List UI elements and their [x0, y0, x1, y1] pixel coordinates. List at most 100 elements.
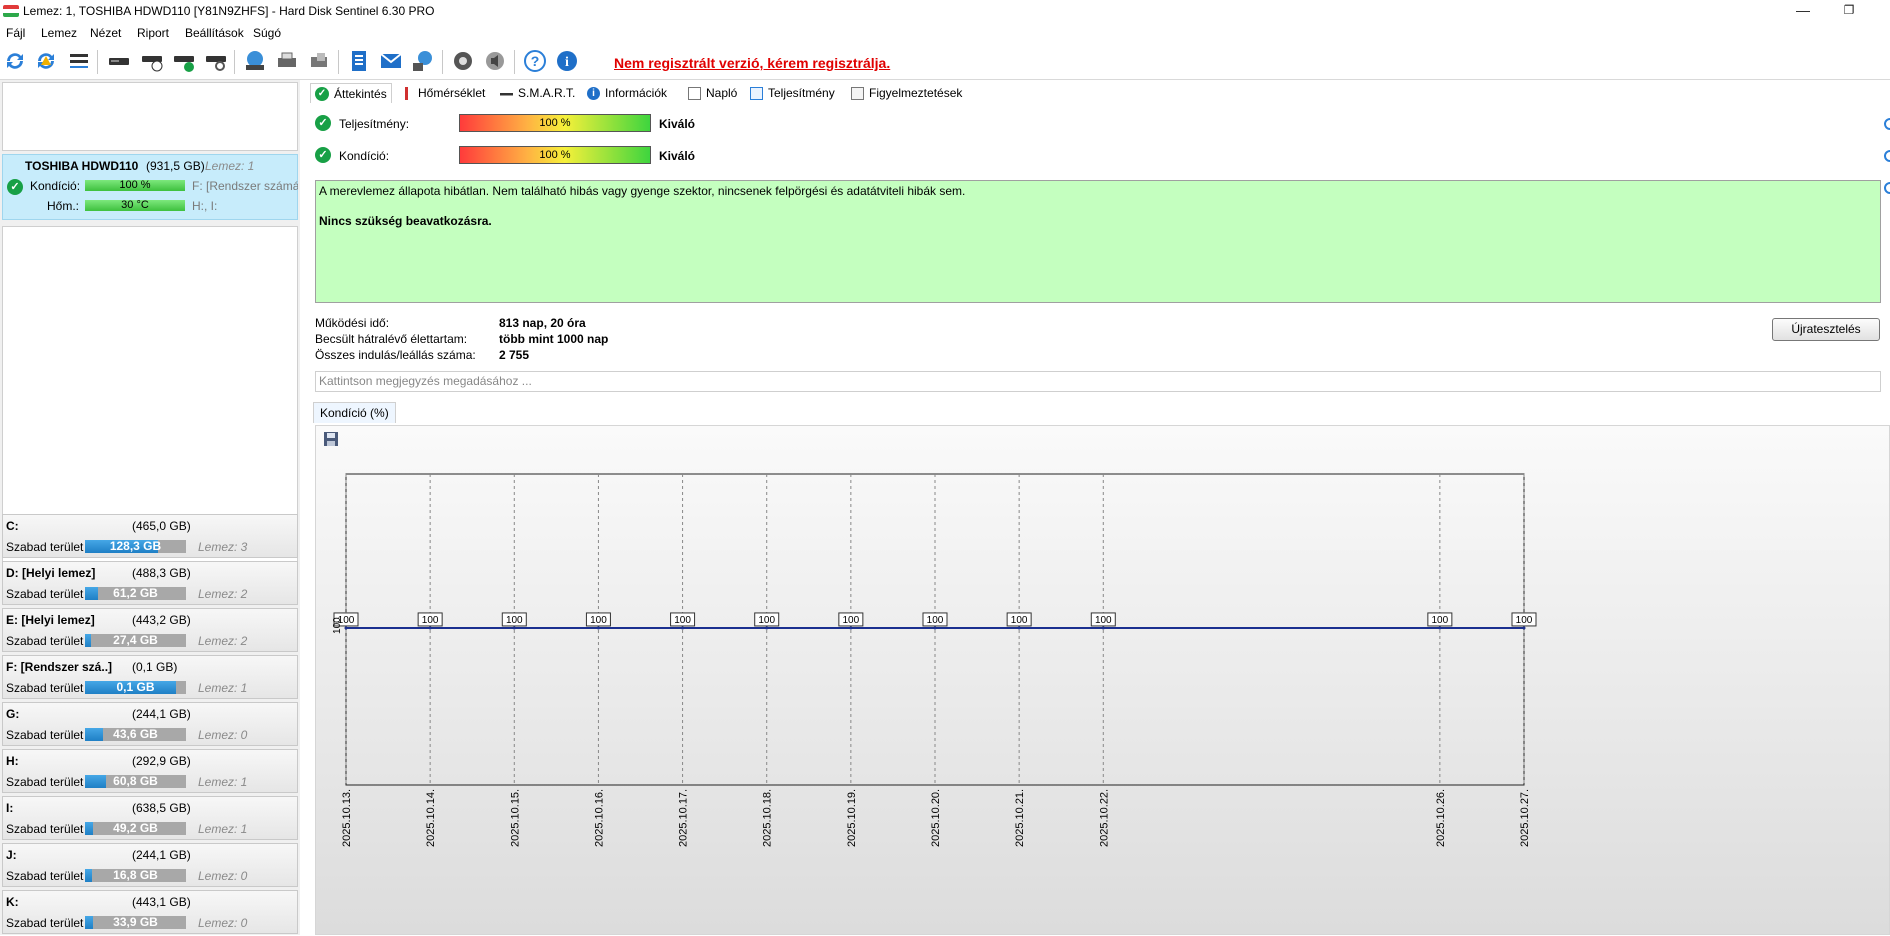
menu-disk[interactable]: Lemez — [41, 26, 77, 40]
globe-disk-icon[interactable] — [243, 49, 267, 73]
health-label: Kondíció: — [339, 149, 390, 163]
drive-letter: K: — [6, 895, 19, 909]
tab-overview[interactable]: ✓ Áttekintés — [310, 83, 392, 103]
free-space-value: 0,1 GB — [116, 680, 155, 694]
tab-smart[interactable]: S.M.A.R.T. — [500, 83, 575, 103]
menu-file[interactable]: Fájl — [6, 26, 25, 40]
drive-size: (292,9 GB) — [132, 754, 191, 768]
drive-item[interactable]: E: [Helyi lemez] (443,2 GB) Szabad terület… — [2, 608, 298, 652]
drive-item[interactable]: J: (244,1 GB) Szabad terület 16,8 GB Lemez: … — [2, 843, 298, 887]
drive-size: (638,5 GB) — [132, 801, 191, 815]
free-space-bar: 43,6 GB — [85, 728, 186, 741]
drive-disk-number: Lemez: 1 — [198, 822, 248, 836]
free-space-value: 49,2 GB — [113, 821, 158, 835]
uptime-label: Működési idő: — [315, 316, 390, 330]
email-icon[interactable] — [379, 49, 403, 73]
tab-alerts[interactable]: Figyelmeztetések — [851, 83, 962, 103]
tab-label: Figyelmeztetések — [869, 86, 963, 100]
data-point — [681, 626, 685, 630]
data-point — [428, 626, 432, 630]
x-tick-label: 2025.10.16. — [593, 789, 605, 847]
free-space-bar: 128,3 GB — [85, 540, 186, 553]
sound-icon[interactable] — [483, 49, 507, 73]
drive-item[interactable]: I: (638,5 GB) Szabad terület 49,2 GB Lemez: … — [2, 796, 298, 840]
drive-letter: C: — [6, 519, 19, 533]
selected-disk[interactable]: TOSHIBA HDWD110 (931,5 GB) Lemez: 1 ✓ Ko… — [2, 154, 298, 220]
drive-item[interactable]: D: [Helyi lemez] (488,3 GB) Szabad terület… — [2, 561, 298, 605]
hdd-icon[interactable] — [307, 49, 331, 73]
drive-item[interactable]: C: (465,0 GB) Szabad terület 128,3 GB Lemez:… — [2, 514, 298, 558]
free-space-label: Szabad terület — [6, 916, 84, 930]
drive-letter: F: [Rendszer szá..] — [6, 660, 113, 674]
drive-item[interactable]: G: (244,1 GB) Szabad terület 43,6 GB Lemez: … — [2, 702, 298, 746]
free-space-bar: 0,1 GB — [85, 681, 186, 694]
restore-button[interactable]: ❐ — [1826, 0, 1872, 22]
drive-letter: I: — [6, 801, 14, 815]
check-icon: ✓ — [315, 115, 331, 131]
disk-check-icon[interactable] — [172, 49, 196, 73]
condition-bar: 100 % — [85, 180, 185, 191]
status-message-box: A merevlemez állapota hibátlan. Nem talá… — [315, 180, 1881, 303]
tab-performance[interactable]: Teljesítmény — [750, 83, 835, 103]
disk-test-icon[interactable] — [107, 49, 131, 73]
drive-size: (465,0 GB) — [132, 519, 191, 533]
menu-help[interactable]: Súgó — [253, 26, 281, 40]
data-label: 100 — [506, 615, 523, 626]
drive-item[interactable]: K: (443,1 GB) Szabad terület 33,9 GB Lemez: … — [2, 890, 298, 934]
drive-disk-number: Lemez: 0 — [198, 728, 248, 742]
disk-search-icon[interactable] — [204, 49, 228, 73]
drive-disk-number: Lemez: 1 — [198, 775, 248, 789]
tab-label: Teljesítmény — [768, 86, 835, 100]
menu-settings[interactable]: Beállítások — [185, 26, 244, 40]
tab-info[interactable]: i Információk — [587, 83, 667, 103]
settings-icon[interactable] — [451, 49, 475, 73]
note-input[interactable]: Kattintson megjegyzés megadásához ... — [315, 371, 1881, 392]
disk-list-icon[interactable] — [67, 49, 91, 73]
side-indicator-icon — [1884, 118, 1890, 130]
x-tick-label: 2025.10.13. — [341, 789, 353, 847]
free-space-label: Szabad terület — [6, 681, 84, 695]
lifetime-label: Becsült hátralévő élettartam: — [315, 332, 468, 346]
help-icon[interactable]: ? — [523, 49, 547, 73]
free-space-bar: 49,2 GB — [85, 822, 186, 835]
free-space-label: Szabad terület — [6, 775, 84, 789]
chart-tab-condition[interactable]: Kondíció (%) — [313, 402, 396, 423]
free-space-value: 27,4 GB — [113, 633, 158, 647]
free-space-value: 60,8 GB — [113, 774, 158, 788]
drive-item[interactable]: F: [Rendszer szá..] (0,1 GB) Szabad terüle… — [2, 655, 298, 699]
report-icon[interactable] — [347, 49, 371, 73]
data-point — [765, 626, 769, 630]
x-tick-label: 2025.10.22. — [1098, 789, 1110, 847]
disk-icon — [500, 86, 513, 100]
startstop-label: Összes indulás/leállás száma: — [315, 348, 476, 362]
retest-button[interactable]: Újratesztelés — [1772, 318, 1880, 341]
free-space-label: Szabad terület — [6, 869, 84, 883]
data-point — [1438, 626, 1442, 630]
printer-icon[interactable] — [275, 49, 299, 73]
partition-info-1: F: [Rendszer számára — [192, 179, 298, 193]
alerts-icon — [851, 86, 864, 100]
menu-report[interactable]: Riport — [137, 26, 169, 40]
info-icon[interactable]: i — [555, 49, 579, 73]
disk-schedule-icon[interactable] — [140, 49, 164, 73]
drive-disk-number: Lemez: 2 — [198, 587, 248, 601]
tab-temperature[interactable]: Hőmérséklet — [400, 83, 485, 103]
drive-item[interactable]: H: (292,9 GB) Szabad terület 60,8 GB Lemez: … — [2, 749, 298, 793]
free-space-label: Szabad terület — [6, 587, 84, 601]
y-tick-label: 100 — [332, 617, 343, 634]
data-label: 100 — [1432, 615, 1449, 626]
minimize-button[interactable]: — — [1780, 0, 1826, 22]
network-icon[interactable] — [411, 49, 435, 73]
data-point — [849, 626, 853, 630]
drive-disk-number: Lemez: 1 — [198, 681, 248, 695]
refresh-icon[interactable] — [3, 49, 27, 73]
free-space-value: 128,3 GB — [109, 539, 162, 553]
registration-notice-link[interactable]: Nem regisztrált verzió, kérem regisztrál… — [614, 55, 890, 71]
menu-view[interactable]: Nézet — [90, 26, 121, 40]
x-tick-label: 2025.10.19. — [846, 789, 858, 847]
tab-log[interactable]: Napló — [688, 83, 737, 103]
uptime-value: 813 nap, 20 óra — [499, 316, 586, 330]
refresh-warning-icon[interactable] — [34, 49, 58, 73]
tab-label: Információk — [605, 86, 668, 100]
disk-list-top — [2, 82, 298, 151]
